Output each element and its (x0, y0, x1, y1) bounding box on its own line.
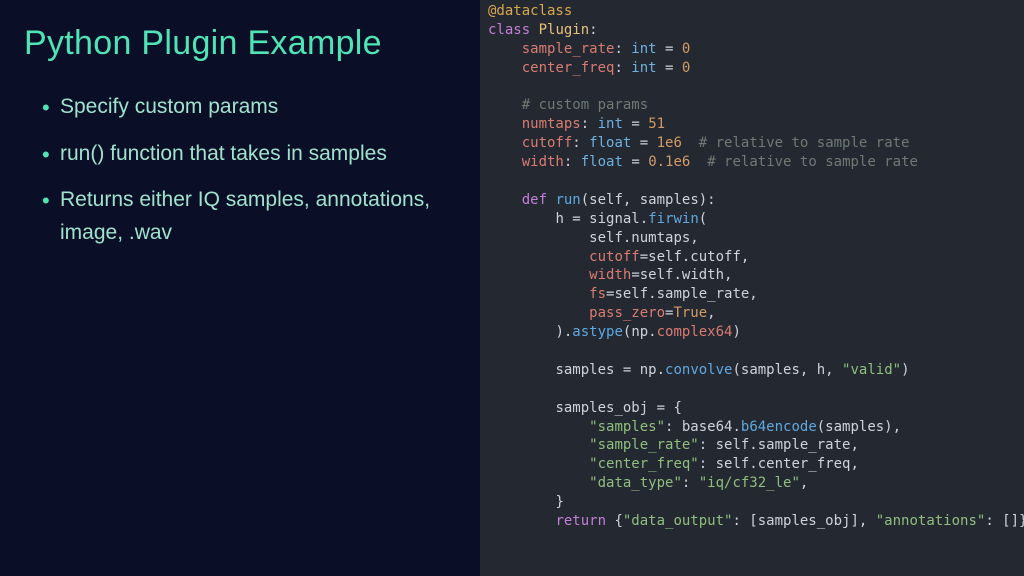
code-decorator: @dataclass (488, 3, 572, 19)
code-block: @dataclass class Plugin: sample_rate: in… (488, 2, 1024, 531)
bullet-item: run() function that takes in samples (42, 138, 456, 171)
left-panel: Python Plugin Example Specify custom par… (0, 0, 480, 576)
bullet-list: Specify custom params run() function tha… (24, 91, 456, 249)
bullet-item: Specify custom params (42, 91, 456, 124)
code-panel: @dataclass class Plugin: sample_rate: in… (480, 0, 1024, 576)
slide-title: Python Plugin Example (24, 24, 456, 63)
slide: Python Plugin Example Specify custom par… (0, 0, 1024, 576)
bullet-item: Returns either IQ samples, annotations, … (42, 184, 456, 249)
